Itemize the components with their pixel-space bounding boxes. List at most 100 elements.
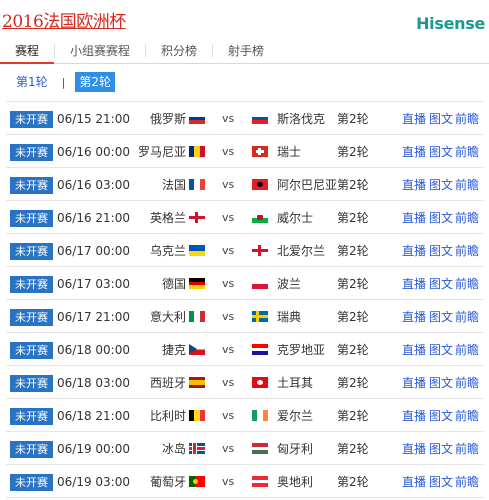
text-live-link[interactable]: 图文 [429,309,453,325]
vs-label: vs [222,442,235,455]
text-live-link[interactable]: 图文 [429,474,453,490]
tab-scorers[interactable]: 射手榜 [213,38,279,64]
turkey-flag-icon [252,377,268,388]
germany-flag-icon [189,278,205,289]
match-row: 未开赛 06/17 03:00 德国 vs 波兰 第2轮 直播 图文 前瞻 [6,267,484,300]
text-live-link[interactable]: 图文 [429,243,453,259]
vs-label: vs [222,277,235,290]
match-round: 第2轮 [337,244,369,258]
live-link[interactable]: 直播 [402,144,426,160]
match-row: 未开赛 06/19 00:00 冰岛 vs 匈牙利 第2轮 直播 图文 前瞻 [6,432,484,465]
tab-group-schedule[interactable]: 小组赛赛程 [55,38,145,64]
match-time: 06/16 00:00 [57,145,130,159]
england-flag-icon [189,212,205,223]
home-team-name: 乌克兰 [149,244,186,258]
preview-link[interactable]: 前瞻 [455,474,479,490]
live-link[interactable]: 直播 [402,342,426,358]
wales-flag-icon [252,212,268,223]
match-row: 未开赛 06/16 03:00 法国 vs 阿尔巴尼亚 第2轮 直播 图文 前瞻 [6,168,484,201]
match-row: 未开赛 06/18 21:00 比利时 vs 爱尔兰 第2轮 直播 图文 前瞻 [6,399,484,432]
preview-link[interactable]: 前瞻 [455,177,479,193]
slovakia-flag-icon [252,113,268,124]
preview-link[interactable]: 前瞻 [455,243,479,259]
away-team-name: 瑞士 [277,145,302,159]
match-row: 未开赛 06/15 21:00 俄罗斯 vs 斯洛伐克 第2轮 直播 图文 前瞻 [6,102,484,135]
match-time: 06/18 03:00 [57,376,130,390]
match-round: 第2轮 [337,409,369,423]
match-row: 未开赛 06/17 21:00 意大利 vs 瑞典 第2轮 直播 图文 前瞻 [6,300,484,333]
away-team-name: 土耳其 [277,376,314,390]
live-link[interactable]: 直播 [402,375,426,391]
preview-link[interactable]: 前瞻 [455,375,479,391]
match-round: 第2轮 [337,475,369,489]
round-2-link[interactable]: 第2轮 [75,72,115,92]
live-link[interactable]: 直播 [402,276,426,292]
preview-link[interactable]: 前瞻 [455,342,479,358]
live-link[interactable]: 直播 [402,210,426,226]
match-round: 第2轮 [337,178,369,192]
live-link[interactable]: 直播 [402,309,426,325]
poland-flag-icon [252,278,268,289]
vs-label: vs [222,409,235,422]
live-link[interactable]: 直播 [402,474,426,490]
text-live-link[interactable]: 图文 [429,441,453,457]
round-selector: 第1轮 | 第2轮 [0,71,115,93]
iceland-flag-icon [189,443,205,454]
hungary-flag-icon [252,443,268,454]
switzerland-flag-icon [252,146,268,157]
preview-link[interactable]: 前瞻 [455,276,479,292]
live-link[interactable]: 直播 [402,408,426,424]
live-link[interactable]: 直播 [402,177,426,193]
preview-link[interactable]: 前瞻 [455,210,479,226]
text-live-link[interactable]: 图文 [429,177,453,193]
match-row: 未开赛 06/16 21:00 英格兰 vs 威尔士 第2轮 直播 图文 前瞻 [6,201,484,234]
vs-label: vs [222,475,235,488]
page-title-link[interactable]: 2016法国欧洲杯 [2,12,126,32]
status-badge: 未开赛 [10,111,53,128]
vs-label: vs [222,310,235,323]
status-badge: 未开赛 [10,144,53,161]
preview-link[interactable]: 前瞻 [455,111,479,127]
preview-link[interactable]: 前瞻 [455,144,479,160]
match-round: 第2轮 [337,310,369,324]
match-time: 06/16 21:00 [57,211,130,225]
match-round: 第2轮 [337,343,369,357]
italy-flag-icon [189,311,205,322]
match-time: 06/18 00:00 [57,343,130,357]
tab-standings[interactable]: 积分榜 [146,38,212,64]
match-row: 未开赛 06/18 03:00 西班牙 vs 土耳其 第2轮 直播 图文 前瞻 [6,366,484,399]
round-1-link[interactable]: 第1轮 [12,73,52,91]
live-link[interactable]: 直播 [402,441,426,457]
ukraine-flag-icon [189,245,205,256]
tab-schedule[interactable]: 赛程 [0,38,54,64]
text-live-link[interactable]: 图文 [429,276,453,292]
away-team-name: 奥地利 [277,475,314,489]
status-badge: 未开赛 [10,177,53,194]
text-live-link[interactable]: 图文 [429,210,453,226]
czech-flag-icon [189,344,205,355]
home-team-name: 法国 [161,178,186,192]
match-row: 未开赛 06/17 00:00 乌克兰 vs 北爱尔兰 第2轮 直播 图文 前瞻 [6,234,484,267]
match-row: 未开赛 06/19 03:00 葡萄牙 vs 奥地利 第2轮 直播 图文 前瞻 [6,465,484,498]
preview-link[interactable]: 前瞻 [455,408,479,424]
match-round: 第2轮 [337,277,369,291]
romania-flag-icon [189,146,205,157]
preview-link[interactable]: 前瞻 [455,309,479,325]
away-team-name: 匈牙利 [277,442,314,456]
text-live-link[interactable]: 图文 [429,408,453,424]
match-time: 06/16 03:00 [57,178,130,192]
text-live-link[interactable]: 图文 [429,111,453,127]
text-live-link[interactable]: 图文 [429,375,453,391]
match-time: 06/18 21:00 [57,409,130,423]
austria-flag-icon [252,476,268,487]
away-team-name: 瑞典 [277,310,302,324]
preview-link[interactable]: 前瞻 [455,441,479,457]
text-live-link[interactable]: 图文 [429,144,453,160]
text-live-link[interactable]: 图文 [429,342,453,358]
live-link[interactable]: 直播 [402,111,426,127]
match-round: 第2轮 [337,145,369,159]
live-link[interactable]: 直播 [402,243,426,259]
round-separator: | [61,75,66,89]
vs-label: vs [222,376,235,389]
ireland-flag-icon [252,410,268,421]
